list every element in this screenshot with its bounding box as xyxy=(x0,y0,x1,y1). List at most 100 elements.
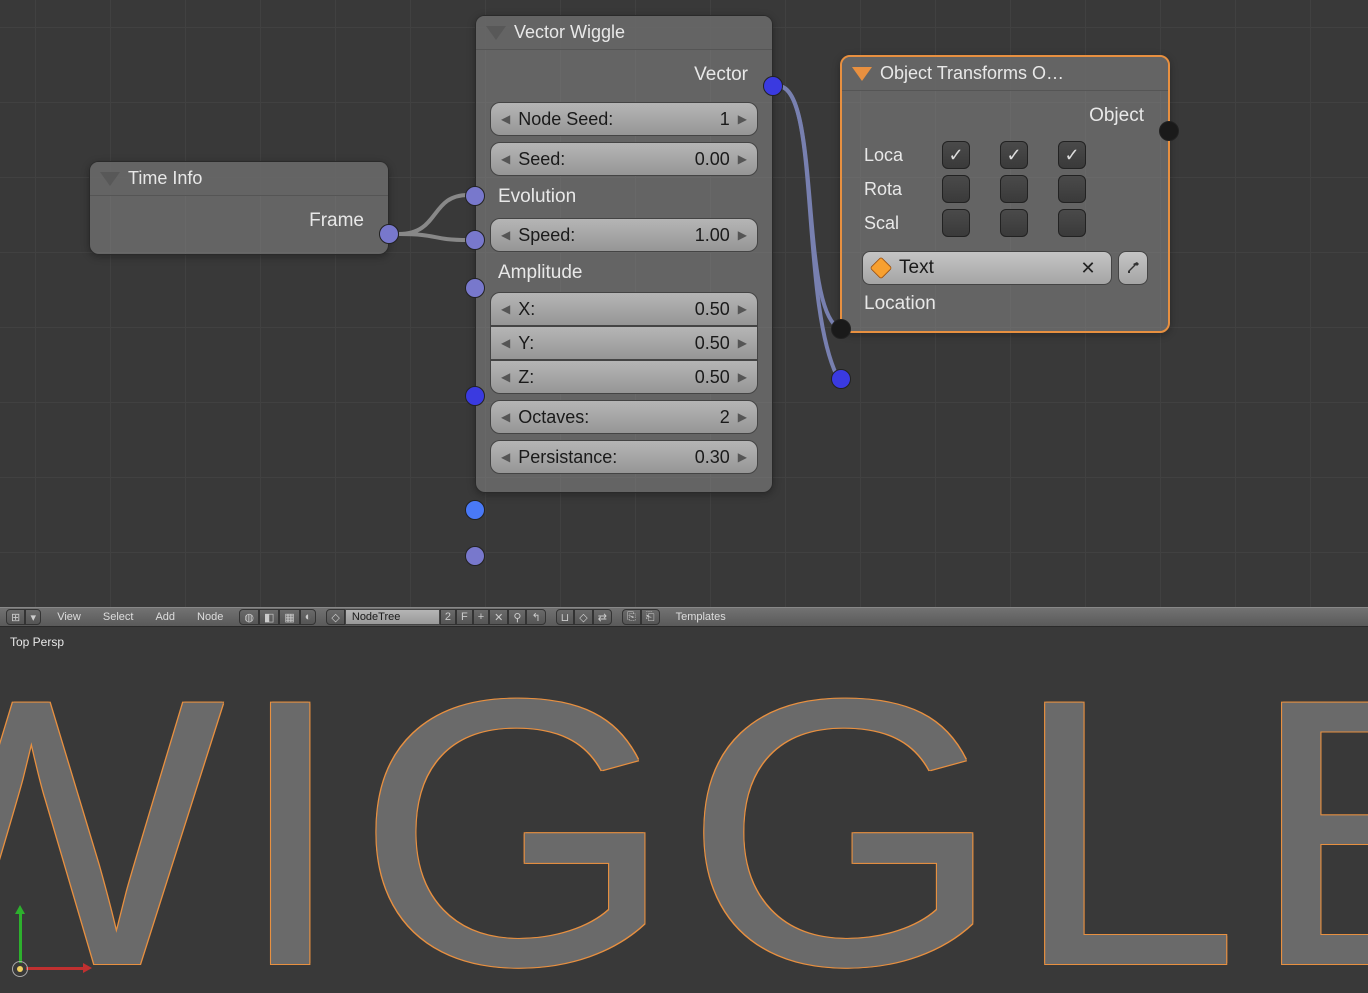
rota-label: Rota xyxy=(864,179,924,200)
increment-icon[interactable]: ▶ xyxy=(734,370,751,384)
texture-mode-icon[interactable]: ▦ xyxy=(279,609,299,625)
scal-label: Scal xyxy=(864,213,924,234)
collapse-icon[interactable] xyxy=(486,26,506,40)
collapse-icon[interactable] xyxy=(852,67,872,81)
decrement-icon[interactable]: ◀ xyxy=(497,302,514,316)
loca-label: Loca xyxy=(864,145,924,166)
x-axis-icon xyxy=(26,967,84,970)
scal-z-checkbox[interactable] xyxy=(1058,209,1086,237)
socket-amplitude-in[interactable] xyxy=(465,386,485,406)
decrement-icon[interactable]: ◀ xyxy=(497,152,514,166)
increment-icon[interactable]: ▶ xyxy=(734,228,751,242)
evolution-label: Evolution xyxy=(490,182,758,212)
origin-icon xyxy=(12,961,28,977)
y-axis-icon xyxy=(19,913,22,963)
editor-type-dropdown-icon[interactable]: ▾ xyxy=(25,609,41,625)
menu-node[interactable]: Node xyxy=(191,611,229,623)
node-header[interactable]: Object Transforms O… xyxy=(842,57,1168,91)
viewport-3d[interactable]: Top Persp WIGGLE xyxy=(0,627,1368,993)
rota-x-checkbox[interactable] xyxy=(942,175,970,203)
node-vector-wiggle[interactable]: Vector Wiggle Vector ◀ Node Seed: 1 ▶ ◀ … xyxy=(475,15,773,493)
loca-z-checkbox[interactable] xyxy=(1058,141,1086,169)
rota-y-checkbox[interactable] xyxy=(1000,175,1028,203)
node-time-info[interactable]: Time Info Frame xyxy=(89,161,389,255)
unlink-tree-icon[interactable]: ✕ xyxy=(489,609,508,625)
socket-object-in[interactable] xyxy=(831,319,851,339)
menu-view[interactable]: View xyxy=(51,611,87,623)
node-title: Time Info xyxy=(128,168,202,189)
socket-frame-out[interactable] xyxy=(379,224,399,244)
increment-icon[interactable]: ▶ xyxy=(734,336,751,350)
shader-mode-icon[interactable]: ◍ xyxy=(239,609,259,625)
decrement-icon[interactable]: ◀ xyxy=(497,228,514,242)
decrement-icon[interactable]: ◀ xyxy=(497,450,514,464)
socket-vector-out[interactable] xyxy=(763,76,783,96)
socket-persistance-in[interactable] xyxy=(465,546,485,566)
rota-z-checkbox[interactable] xyxy=(1058,175,1086,203)
object-field[interactable]: Text ✕ xyxy=(862,251,1112,285)
go-parent-icon[interactable]: ↰ xyxy=(526,609,545,625)
compositor-mode-icon[interactable]: ◧ xyxy=(259,609,279,625)
output-vector-label: Vector xyxy=(490,58,758,96)
increment-icon[interactable]: ▶ xyxy=(734,112,751,126)
node-title: Object Transforms O… xyxy=(880,63,1064,84)
menu-templates[interactable]: Templates xyxy=(670,611,732,623)
decrement-icon[interactable]: ◀ xyxy=(497,112,514,126)
eyedropper-icon[interactable] xyxy=(1118,251,1148,285)
node-header[interactable]: Vector Wiggle xyxy=(476,16,772,50)
node-object-transforms[interactable]: Object Transforms O… Object Loca Rota Sc… xyxy=(840,55,1170,333)
output-frame-label: Frame xyxy=(104,204,374,242)
axis-gizmo xyxy=(12,897,92,977)
object-icon xyxy=(870,257,893,280)
snap-type-icon[interactable]: ◇ xyxy=(574,609,592,625)
socket-location-in[interactable] xyxy=(831,369,851,389)
increment-icon[interactable]: ▶ xyxy=(734,152,751,166)
auto-offset-icon[interactable]: ⇄ xyxy=(593,609,612,625)
field-seed[interactable]: ◀ Seed: 0.00 ▶ xyxy=(490,142,758,176)
copy-icon[interactable]: ⎘ xyxy=(622,609,641,625)
pin-icon[interactable]: ⚲ xyxy=(508,609,526,625)
tree-browse-icon[interactable]: ◇ xyxy=(326,609,344,625)
nodetree-name[interactable]: NodeTree xyxy=(345,609,440,625)
node-header[interactable]: Time Info xyxy=(90,162,388,196)
field-amp-z[interactable]: ◀ Z: 0.50 ▶ xyxy=(490,360,758,394)
add-tree-icon[interactable]: + xyxy=(473,609,489,625)
socket-octaves-in[interactable] xyxy=(465,500,485,520)
fake-user-button[interactable]: F xyxy=(456,609,473,625)
field-octaves[interactable]: ◀ Octaves: 2 ▶ xyxy=(490,400,758,434)
paste-icon[interactable]: ⎗ xyxy=(641,609,660,625)
decrement-icon[interactable]: ◀ xyxy=(497,336,514,350)
socket-object-out[interactable] xyxy=(1159,121,1179,141)
field-amp-y[interactable]: ◀ Y: 0.50 ▶ xyxy=(490,326,758,360)
object-value: Text xyxy=(899,257,1065,279)
scal-x-checkbox[interactable] xyxy=(942,209,970,237)
menu-add[interactable]: Add xyxy=(149,611,181,623)
loca-y-checkbox[interactable] xyxy=(1000,141,1028,169)
menu-select[interactable]: Select xyxy=(97,611,140,623)
decrement-icon[interactable]: ◀ xyxy=(497,410,514,424)
loca-x-checkbox[interactable] xyxy=(942,141,970,169)
field-speed[interactable]: ◀ Speed: 1.00 ▶ xyxy=(490,218,758,252)
field-node-seed[interactable]: ◀ Node Seed: 1 ▶ xyxy=(490,102,758,136)
tree-users[interactable]: 2 xyxy=(440,609,456,625)
collapse-icon[interactable] xyxy=(100,172,120,186)
decrement-icon[interactable]: ◀ xyxy=(497,370,514,384)
increment-icon[interactable]: ▶ xyxy=(734,450,751,464)
clear-icon[interactable]: ✕ xyxy=(1073,251,1103,285)
node-editor-header: ⊞ ▾ View Select Add Node ◍ ◧ ▦ ◐ ◇ NodeT… xyxy=(0,607,1368,627)
field-persistance[interactable]: ◀ Persistance: 0.30 ▶ xyxy=(490,440,758,474)
amplitude-label: Amplitude xyxy=(490,258,758,288)
socket-speed-in[interactable] xyxy=(465,278,485,298)
viewport-text-object[interactable]: WIGGLE xyxy=(0,643,1368,993)
scal-y-checkbox[interactable] xyxy=(1000,209,1028,237)
increment-icon[interactable]: ▶ xyxy=(734,302,751,316)
node-editor-area[interactable]: Time Info Frame Vector Wiggle Vector ◀ N… xyxy=(0,0,1368,607)
increment-icon[interactable]: ▶ xyxy=(734,410,751,424)
socket-seed-in[interactable] xyxy=(465,186,485,206)
socket-evolution-in[interactable] xyxy=(465,230,485,250)
snap-icon[interactable]: ⊔ xyxy=(556,609,575,625)
animation-mode-icon[interactable]: ◐ xyxy=(300,609,317,625)
editor-type-icon[interactable]: ⊞ xyxy=(6,609,25,625)
output-object-label: Object xyxy=(856,99,1154,137)
field-amp-x[interactable]: ◀ X: 0.50 ▶ xyxy=(490,292,758,326)
